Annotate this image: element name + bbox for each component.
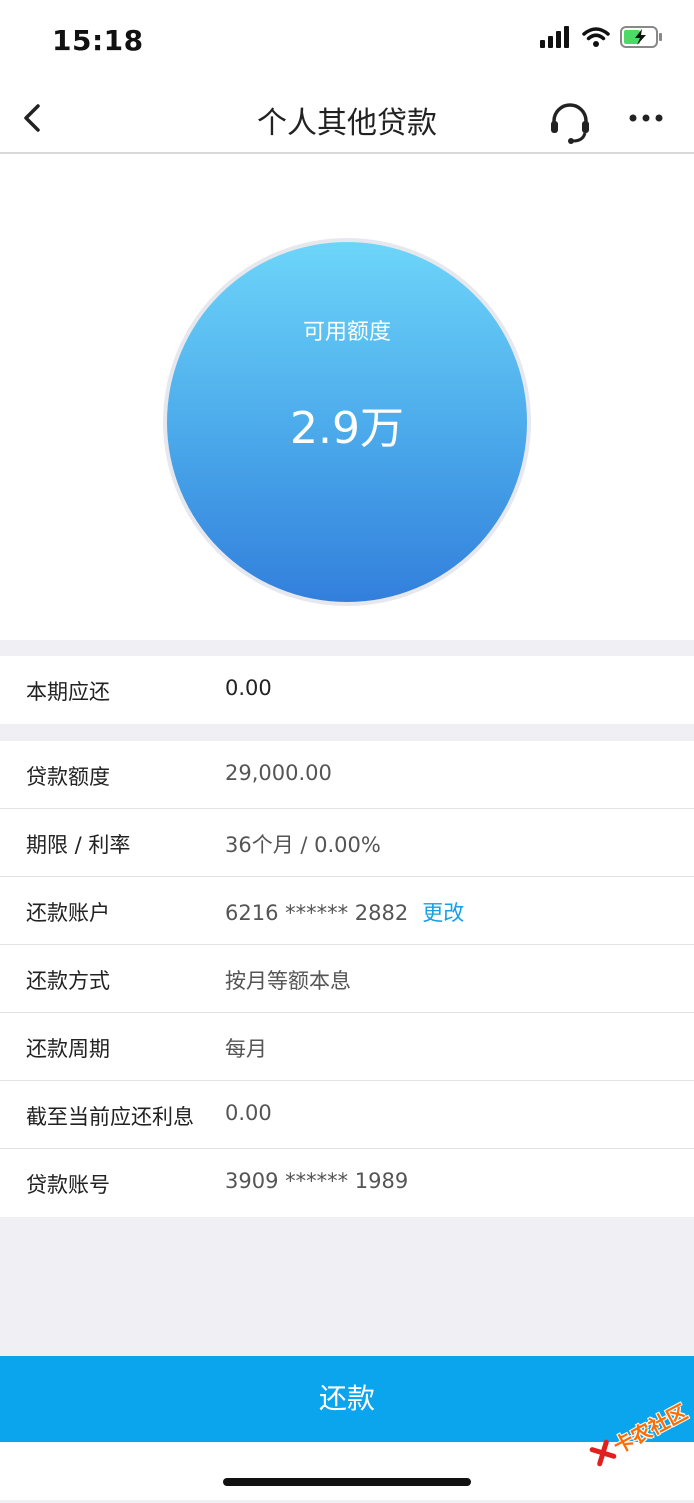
info-row-repay-method: 还款方式 按月等额本息 (0, 945, 694, 1013)
row-value: 29,000.00 (225, 761, 332, 785)
wifi-icon (582, 27, 610, 47)
row-value: 0.00 (225, 676, 272, 700)
row-label: 期限 / 利率 (26, 833, 131, 857)
row-label: 本期应还 (26, 680, 110, 704)
available-credit-value: 2.9万 (290, 403, 404, 454)
repay-button[interactable]: 还款 (0, 1356, 694, 1442)
more-icon[interactable] (628, 108, 664, 128)
headset-icon[interactable] (547, 99, 593, 145)
row-value-wrap: 6216 ****** 2882 更改 (225, 897, 464, 927)
row-label: 贷款账号 (26, 1173, 110, 1197)
row-value: 每月 (225, 1037, 267, 1061)
cellular-signal-icon (540, 26, 569, 48)
row-value: 0.00 (225, 1101, 272, 1125)
row-label: 还款账户 (26, 901, 110, 925)
info-row-term-rate: 期限 / 利率 36个月 / 0.00% (0, 809, 694, 877)
change-account-link[interactable]: 更改 (422, 901, 464, 925)
status-icons (540, 26, 664, 48)
available-credit-label: 可用额度 (302, 320, 391, 345)
info-row-repay-account: 还款账户 6216 ****** 2882 更改 (0, 877, 694, 945)
row-value: 3909 ****** 1989 (225, 1169, 409, 1193)
row-label: 截至当前应还利息 (26, 1105, 194, 1129)
info-row-current-due: 本期应还 0.00 (0, 656, 694, 724)
current-due-section: 本期应还 0.00 (0, 656, 694, 724)
row-label: 还款方式 (26, 969, 110, 993)
row-value: 6216 ****** 2882 (225, 901, 409, 925)
battery-charging-icon (620, 26, 662, 48)
row-value: 按月等额本息 (225, 969, 351, 993)
home-indicator[interactable] (223, 1478, 471, 1486)
credit-summary: 可用额度 2.9万 (0, 154, 694, 640)
nav-bar: 个人其他贷款 (0, 82, 694, 154)
info-row-loan-account: 贷款账号 3909 ****** 1989 (0, 1149, 694, 1217)
info-row-interest-due: 截至当前应还利息 0.00 (0, 1081, 694, 1149)
row-label: 还款周期 (26, 1037, 110, 1061)
credit-circle-ring: 可用额度 2.9万 (163, 238, 531, 606)
status-time: 15:18 (52, 24, 144, 57)
loan-details-section: 贷款额度 29,000.00 期限 / 利率 36个月 / 0.00% 还款账户… (0, 741, 694, 1217)
info-row-repay-cycle: 还款周期 每月 (0, 1013, 694, 1081)
status-bar: 15:18 (0, 0, 694, 82)
credit-circle: 可用额度 2.9万 (167, 242, 527, 602)
row-label: 贷款额度 (26, 765, 110, 789)
row-value: 36个月 / 0.00% (225, 833, 381, 857)
info-row-loan-amount: 贷款额度 29,000.00 (0, 741, 694, 809)
